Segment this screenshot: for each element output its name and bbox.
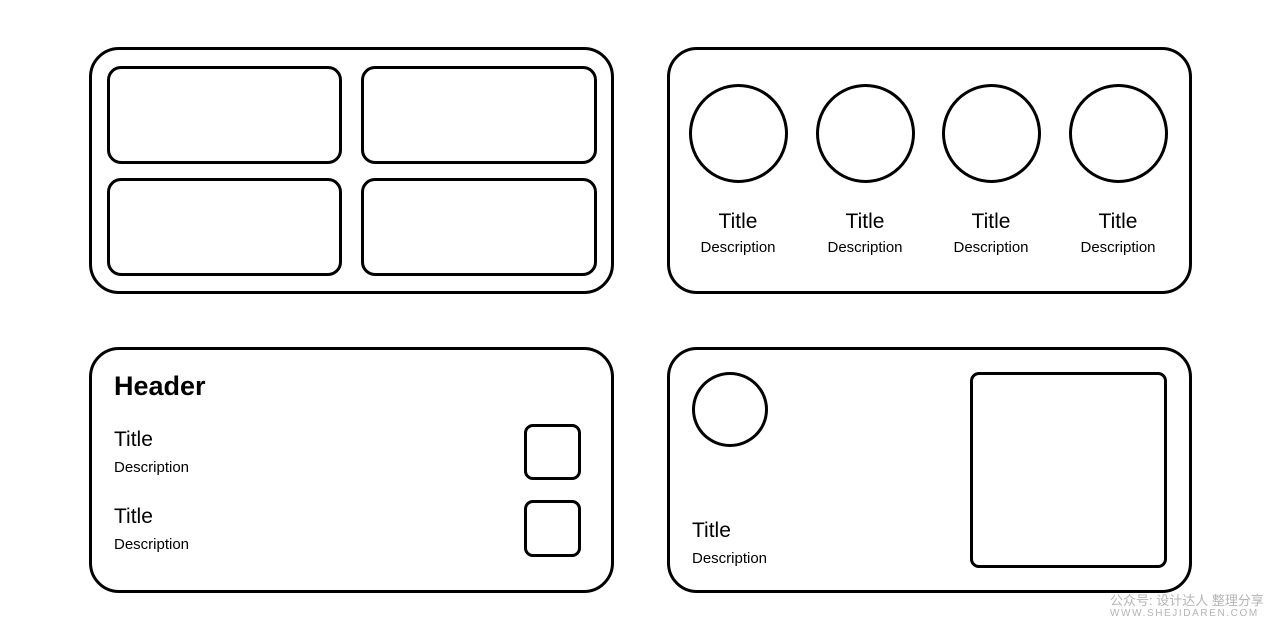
avatar-placeholder[interactable] [816, 84, 915, 183]
media-title: Title [692, 519, 731, 542]
item-description: Description [1080, 239, 1156, 256]
grid-tile[interactable] [107, 178, 342, 276]
avatar-placeholder[interactable] [942, 84, 1041, 183]
item-description: Description [827, 239, 903, 256]
media-description: Description [692, 550, 768, 567]
item-title: Title [1098, 210, 1138, 233]
media-image-placeholder[interactable] [970, 372, 1167, 568]
avatar-placeholder[interactable] [689, 84, 788, 183]
item-title: Title [845, 210, 885, 233]
grid-tile[interactable] [107, 66, 342, 164]
watermark-text: 公众号: 设计达人 整理分享 [1110, 593, 1264, 608]
item-description: Description [953, 239, 1029, 256]
list-item-description: Description [114, 459, 190, 476]
watermark-url: WWW.SHEJIDAREN.COM [1110, 608, 1259, 619]
grid-tile[interactable] [361, 66, 597, 164]
item-title: Title [971, 210, 1011, 233]
list-item-thumbnail[interactable] [524, 424, 581, 480]
list-item-title: Title [114, 505, 153, 528]
item-description: Description [700, 239, 776, 256]
avatar-placeholder[interactable] [1069, 84, 1168, 183]
list-header: Header [114, 371, 206, 401]
grid-tile[interactable] [361, 178, 597, 276]
list-item-description: Description [114, 536, 190, 553]
list-item-thumbnail[interactable] [524, 500, 581, 557]
avatar-placeholder[interactable] [692, 372, 768, 447]
item-title: Title [718, 210, 758, 233]
list-item-title: Title [114, 428, 153, 451]
